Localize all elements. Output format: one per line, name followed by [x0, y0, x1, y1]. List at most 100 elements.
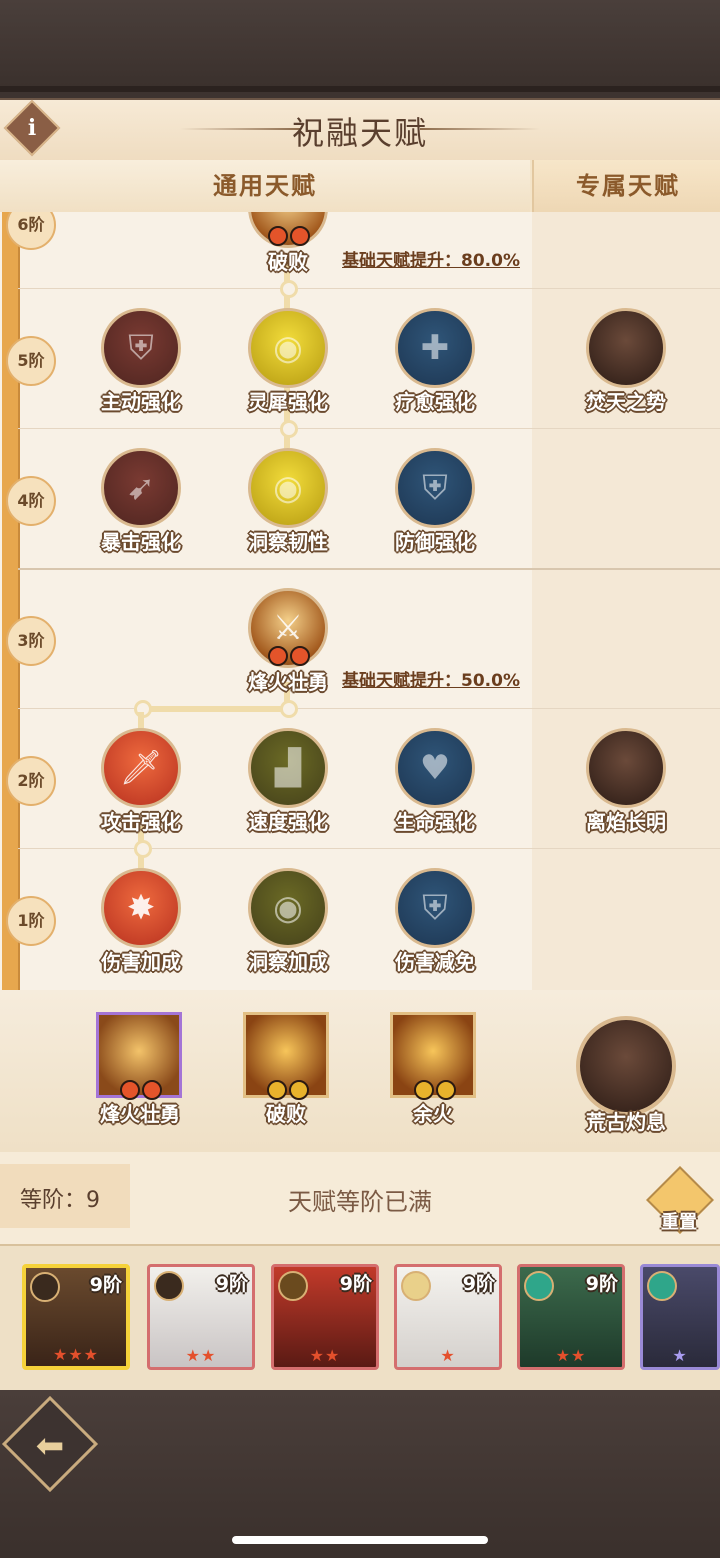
connector-node [280, 280, 298, 298]
page-title: 祝融天赋 [291, 114, 428, 152]
rune-orb-icon [290, 646, 310, 666]
tier-badge-2: 2阶 [6, 756, 56, 806]
talent-label: 主动强化 [101, 390, 181, 414]
talent-label: 伤害减免 [395, 950, 475, 974]
rune-orb-icon [289, 1080, 309, 1100]
title-ornament-right [420, 128, 540, 130]
talent-label: 洞察加成 [248, 950, 328, 974]
rune-orb-icon [268, 226, 288, 246]
boot-icon: ▟ [274, 748, 302, 788]
equipped-exclusive-label: 荒古灼息 [586, 1110, 666, 1134]
connector-node [280, 700, 298, 718]
tab-bar: 通用天赋 专属天赋 [0, 160, 720, 212]
rune-orb-icon [268, 646, 288, 666]
hero-stars: ★★★ [52, 1345, 100, 1364]
exclusive-talent-node-1[interactable] [586, 308, 666, 388]
talent-node-insight-boost[interactable]: ◉ [248, 308, 328, 388]
faction-icon [278, 1271, 308, 1301]
max-level-text: 天赋等阶已满 [288, 1188, 432, 1216]
rune-orb-icon [290, 226, 310, 246]
exclusive-talent-label: 焚天之势 [586, 390, 666, 414]
row-divider [18, 428, 720, 429]
talent-label: 速度强化 [248, 810, 328, 834]
talent-node-hp-boost[interactable]: ♥ [395, 728, 475, 808]
faction-icon [401, 1271, 431, 1301]
hero-tier: 9阶 [215, 1273, 248, 1295]
eye-icon: ◉ [273, 328, 303, 368]
tab-exclusive-talents[interactable]: 专属天赋 [532, 160, 720, 212]
talent-node-speed-boost[interactable]: ▟ [248, 728, 328, 808]
talent-node-active-boost[interactable]: ⛨ [101, 308, 181, 388]
faction-icon [524, 1271, 554, 1301]
home-indicator[interactable] [232, 1536, 488, 1544]
faction-icon [154, 1271, 184, 1301]
tier-badge-3: 3阶 [6, 616, 56, 666]
bonus-text-tier6: 基础天赋提升：80.0% [342, 251, 520, 271]
burst-icon: ✸ [126, 888, 156, 928]
hero-selector: 9阶 ★★★ 9阶 ★★ 9阶 ★★ 9阶 ★ 9阶 ★★ ★ [0, 1244, 720, 1392]
talent-label: 灵犀强化 [248, 390, 328, 414]
hero-stars: ★★ [555, 1346, 587, 1365]
talent-node-insight-bonus[interactable]: ◉ [248, 868, 328, 948]
hero-card[interactable]: 9阶 ★★ [517, 1264, 625, 1370]
shield-icon: ⛨ [422, 468, 448, 508]
tier-badge-5: 5阶 [6, 336, 56, 386]
hero-tier: 9阶 [339, 1273, 372, 1295]
equipped-label: 破败 [266, 1102, 306, 1126]
level-display: 等阶：9 [20, 1182, 100, 1214]
eye-icon: ◉ [273, 888, 303, 928]
tab-general-talents[interactable]: 通用天赋 [0, 160, 530, 212]
tier-rail [2, 212, 20, 990]
faction-icon [647, 1271, 677, 1301]
hero-card[interactable]: 9阶 ★ [394, 1264, 502, 1370]
reset-button[interactable]: 重置 [648, 1208, 710, 1234]
talent-tree: 6阶 5阶 4阶 3阶 2阶 1阶 破败 基础天赋提升：80.0% ⛨ 主动强化… [0, 212, 720, 990]
exclusive-talent-label: 离焰长明 [586, 810, 666, 834]
bottom-bar [0, 1390, 720, 1558]
hero-tier: 9阶 [585, 1273, 618, 1295]
equipped-label: 余火 [413, 1102, 453, 1126]
hero-card[interactable]: 9阶 ★★★ [22, 1264, 130, 1370]
tree-connector [142, 706, 290, 712]
hero-tier: 9阶 [462, 1273, 495, 1295]
rune-orb-icon [267, 1080, 287, 1100]
equipped-exclusive-slot[interactable] [576, 1016, 676, 1116]
info-icon[interactable]: i [12, 108, 52, 148]
crit-arrow-icon: ➹ [126, 468, 156, 508]
exclusive-talent-node-2[interactable] [586, 728, 666, 808]
hero-card[interactable]: 9阶 ★★ [147, 1264, 255, 1370]
talent-node-insight-toughness[interactable]: ◉ [248, 448, 328, 528]
row-divider [18, 568, 720, 570]
row-divider [18, 848, 720, 849]
heal-plus-icon: ✚ [420, 328, 450, 368]
talent-node-heal-boost[interactable]: ✚ [395, 308, 475, 388]
level-value: 9 [86, 1188, 101, 1213]
talent-node-t3[interactable]: ⚔ [248, 588, 328, 668]
shield-icon: ⛨ [128, 328, 154, 368]
faction-icon [30, 1272, 60, 1302]
hero-card[interactable]: 9阶 ★★ [271, 1264, 379, 1370]
talent-node-defense-boost[interactable]: ⛨ [395, 448, 475, 528]
level-label: 等阶： [20, 1188, 87, 1213]
talent-label: 防御强化 [395, 530, 475, 554]
hero-stars: ★★ [185, 1346, 217, 1365]
status-bar: 等阶：9 天赋等阶已满 [0, 1152, 720, 1244]
hero-tier: 9阶 [89, 1274, 122, 1296]
talent-node-crit-boost[interactable]: ➹ [101, 448, 181, 528]
talent-node-t6[interactable] [248, 212, 328, 248]
talent-node-attack-boost[interactable]: 🗡 [101, 728, 181, 808]
talent-label: 疗愈强化 [395, 390, 475, 414]
hero-card[interactable]: ★ [640, 1264, 720, 1370]
talent-label: 攻击强化 [101, 810, 181, 834]
hero-stars: ★ [672, 1346, 688, 1365]
equipped-talents: 烽火壮勇 破败 余火 荒古灼息 [0, 990, 720, 1152]
talent-node-damage-reduction[interactable]: ⛨ [395, 868, 475, 948]
sword-icon: 🗡 [119, 748, 163, 788]
top-bar [0, 0, 720, 92]
hero-stars: ★★ [309, 1346, 341, 1365]
equipped-label: 烽火壮勇 [100, 1102, 180, 1126]
talent-node-damage-bonus[interactable]: ✸ [101, 868, 181, 948]
connector-node [280, 420, 298, 438]
tier-badge-1: 1阶 [6, 896, 56, 946]
back-arrow-icon[interactable]: ⬅ [16, 1412, 84, 1480]
